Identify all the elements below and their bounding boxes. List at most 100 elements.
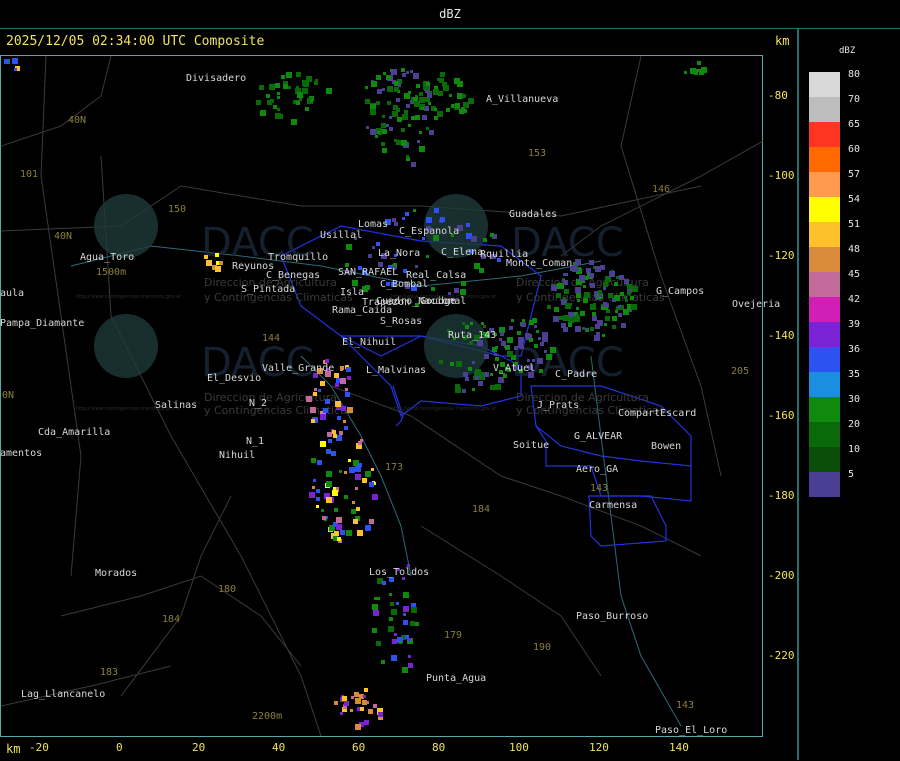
echo-pixel [355, 466, 361, 472]
echo-pixel [565, 273, 568, 276]
echo-pixel [277, 108, 280, 111]
route-label: 190 [533, 642, 552, 653]
echo-pixel [603, 287, 606, 290]
echo-pixel [331, 451, 336, 456]
echo-pixel [609, 271, 615, 277]
echo-pixel [269, 84, 275, 90]
echo-pixel [345, 392, 350, 397]
echo-pixel [442, 82, 447, 87]
echo-pixel [484, 372, 489, 377]
place-label: Lomas [358, 219, 389, 230]
echo-pixel [355, 487, 358, 490]
y-tick-label: -180 [768, 489, 795, 502]
echo-pixel [387, 86, 393, 92]
echo-pixel [623, 309, 629, 315]
echo-pixel [392, 218, 396, 222]
echo-pixel [411, 162, 416, 167]
echo-pixel [326, 481, 332, 487]
echo-pixel [556, 293, 561, 298]
echo-pixel [334, 701, 338, 705]
echo-pixel [684, 71, 687, 74]
echo-pixel [427, 93, 432, 98]
watermark-line1-d: Direccion de Agricultura [516, 391, 649, 404]
echo-pixel [495, 357, 499, 361]
echo-pixel [321, 509, 324, 512]
echo-pixel [417, 140, 420, 143]
watermark-url-a: http://www.contingencias.mendoza.gov.ar [76, 294, 182, 300]
echo-pixel [618, 305, 621, 308]
echo-pixel [4, 59, 9, 64]
place-label: V_Atuel [493, 363, 536, 374]
echo-pixel [699, 70, 704, 75]
echo-pixel [288, 86, 291, 89]
echo-pixel [318, 389, 321, 392]
echo-pixel [465, 325, 469, 329]
echo-pixel [568, 317, 574, 323]
echo-pixel [448, 292, 451, 295]
echo-pixel [372, 604, 378, 610]
echo-pixel [402, 667, 408, 673]
echo-pixel [411, 116, 415, 120]
echo-pixel [339, 431, 343, 435]
echo-pixel [419, 131, 422, 134]
place-label: Trapezon [362, 297, 411, 308]
echo-pixel [396, 602, 399, 605]
echo-pixel [326, 471, 332, 477]
echo-pixel [332, 430, 336, 434]
echo-pixel [529, 320, 534, 325]
echo-pixel [397, 117, 402, 122]
place-label: S_Rosas [380, 316, 423, 327]
echo-pixel [419, 92, 423, 96]
place-label: Agua_Toro [80, 252, 135, 263]
echo-pixel [456, 361, 462, 367]
map-canvas: DACC DACC DACC DACC Direccion de Agricul… [1, 56, 763, 736]
echo-pixel [266, 94, 270, 98]
echo-pixel [621, 323, 626, 328]
echo-pixel [369, 519, 374, 524]
legend-value: 54 [848, 194, 861, 205]
route-label: 40N [54, 231, 73, 242]
echo-pixel [422, 237, 425, 240]
echo-pixel [595, 266, 601, 272]
echo-pixel [389, 617, 393, 621]
place-label: Lag_Llancanelo [21, 689, 106, 700]
place-label: Punta_Agua [426, 673, 487, 684]
place-label: Morados [95, 568, 138, 579]
echo-pixel [576, 307, 579, 310]
echo-pixel [419, 146, 425, 152]
echo-pixel [551, 285, 557, 291]
echo-pixel [592, 312, 596, 316]
echo-pixel [381, 123, 386, 128]
place-label: C_Bombal [380, 279, 429, 290]
echo-pixel [492, 347, 497, 352]
echo-pixel [576, 293, 581, 298]
echo-pixel [554, 307, 559, 312]
echo-pixel [396, 140, 401, 145]
echo-pixel [565, 303, 571, 309]
echo-pixel [394, 222, 398, 226]
echo-pixel [490, 233, 494, 237]
place-label: Divisadero [186, 73, 247, 84]
radar-map[interactable]: DACC DACC DACC DACC Direccion de Agricul… [0, 55, 763, 737]
window-title: dBZ [439, 7, 461, 21]
echo-pixel [403, 606, 409, 612]
echo-pixel [378, 712, 383, 717]
echo-pixel [305, 107, 309, 111]
y-tick-label: -100 [768, 169, 795, 182]
echo-pixel [479, 268, 484, 273]
place-label: Tromquillo [268, 252, 329, 263]
echo-pixel [614, 282, 618, 286]
echo-pixel [404, 93, 410, 99]
legend-value: 30 [848, 394, 861, 405]
echo-pixel [546, 354, 552, 360]
echo-pixel [615, 310, 618, 313]
echo-pixel [428, 102, 431, 105]
echo-pixel [314, 388, 317, 391]
echo-pixel [373, 704, 377, 708]
echo-pixel [333, 487, 336, 490]
echo-pixel [568, 323, 572, 327]
echo-pixel [586, 268, 591, 273]
window-title-bar: dBZ [0, 0, 900, 29]
echo-pixel [215, 266, 221, 272]
echo-pixel [398, 84, 401, 87]
